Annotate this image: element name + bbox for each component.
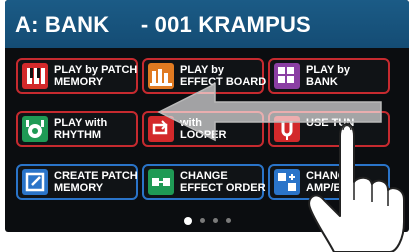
page-dot[interactable] <box>225 218 231 224</box>
effect-order-icon <box>148 169 174 195</box>
tile-change-effect-order[interactable]: CHANGE EFFECT ORDER <box>142 164 266 200</box>
tile-label: CHANGE EFFECT ORDER <box>180 170 266 194</box>
tile-create-patch-memory[interactable]: CREATE PATCH MEMORY <box>16 164 138 200</box>
page-dot[interactable] <box>199 218 205 224</box>
pointing-hand-icon <box>308 123 405 252</box>
patch-title: A: BANK - 001 KRAMPUS <box>15 12 311 37</box>
tile-label: PLAY with RHYTHM <box>54 117 108 141</box>
page-dot-active[interactable] <box>183 216 192 225</box>
patch-memory-icon <box>22 63 48 89</box>
create-patch-icon <box>22 169 48 195</box>
header-bar: A: BANK - 001 KRAMPUS <box>5 0 409 48</box>
page-dot[interactable] <box>212 218 218 224</box>
rhythm-icon <box>22 116 48 142</box>
tile-play-by-patch-memory[interactable]: PLAY by PATCH MEMORY <box>16 58 138 94</box>
tile-label: PLAY by PATCH MEMORY <box>54 64 138 88</box>
tile-label: CREATE PATCH MEMORY <box>54 170 138 194</box>
amp-effect-icon <box>274 169 300 195</box>
tile-play-with-rhythm[interactable]: PLAY with RHYTHM <box>16 111 138 147</box>
